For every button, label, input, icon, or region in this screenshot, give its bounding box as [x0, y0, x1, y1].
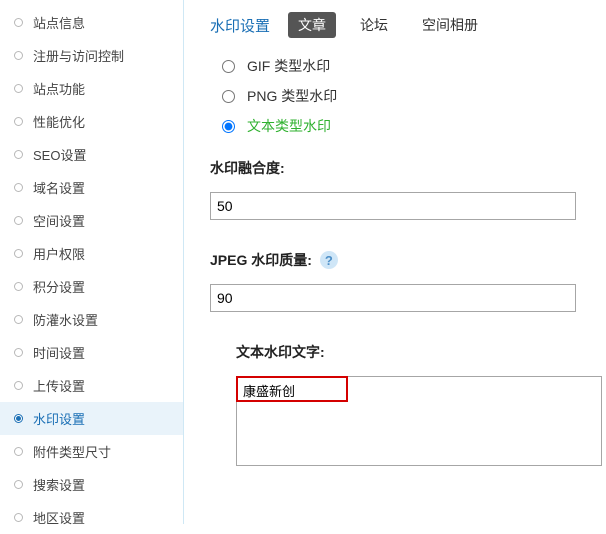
- opacity-block: 水印融合度:: [210, 158, 598, 220]
- sidebar-item-user-permission[interactable]: 用户权限: [0, 237, 183, 270]
- jpeg-quality-block: JPEG 水印质量: ?: [210, 250, 598, 312]
- radio-gif[interactable]: GIF 类型水印: [222, 56, 598, 76]
- sidebar-item-label: 附件类型尺寸: [33, 442, 111, 461]
- bullet-icon: [14, 249, 23, 258]
- sidebar-item-domain[interactable]: 域名设置: [0, 171, 183, 204]
- sidebar-item-site-info[interactable]: 站点信息: [0, 6, 183, 39]
- jpeg-quality-input[interactable]: [210, 284, 576, 312]
- sidebar-item-region[interactable]: 地区设置: [0, 501, 183, 534]
- bullet-icon: [14, 216, 23, 225]
- radio-text[interactable]: 文本类型水印: [222, 116, 598, 136]
- bullet-icon: [14, 18, 23, 27]
- radio-text-label: 文本类型水印: [247, 116, 331, 136]
- bullet-icon: [14, 150, 23, 159]
- page-title: 水印设置: [210, 15, 270, 36]
- sidebar-item-watermark[interactable]: 水印设置: [0, 402, 183, 435]
- sidebar-item-label: 用户权限: [33, 244, 85, 263]
- sidebar-item-upload[interactable]: 上传设置: [0, 369, 183, 402]
- bullet-icon: [14, 51, 23, 60]
- sidebar-item-label: 站点信息: [33, 13, 85, 32]
- bullet-icon: [14, 381, 23, 390]
- sidebar-item-antispam[interactable]: 防灌水设置: [0, 303, 183, 336]
- text-watermark-block: 文本水印文字:: [236, 342, 598, 469]
- watermark-type-group: GIF 类型水印 PNG 类型水印 文本类型水印: [222, 56, 598, 136]
- header: 水印设置 文章 论坛 空间相册: [210, 12, 598, 38]
- sidebar-item-points[interactable]: 积分设置: [0, 270, 183, 303]
- bullet-icon: [14, 447, 23, 456]
- sidebar-item-label: 注册与访问控制: [33, 46, 124, 65]
- sidebar-item-label: 积分设置: [33, 277, 85, 296]
- sidebar-item-register-access[interactable]: 注册与访问控制: [0, 39, 183, 72]
- bullet-icon: [14, 348, 23, 357]
- radio-png-label: PNG 类型水印: [247, 86, 337, 106]
- main-content: 水印设置 文章 论坛 空间相册 GIF 类型水印 PNG 类型水印 文本类型水印…: [184, 0, 606, 524]
- bullet-icon: [14, 84, 23, 93]
- radio-png-input[interactable]: [222, 90, 235, 103]
- sidebar-item-label: 时间设置: [33, 343, 85, 362]
- bullet-icon: [14, 282, 23, 291]
- sidebar-item-label: 防灌水设置: [33, 310, 98, 329]
- opacity-input[interactable]: [210, 192, 576, 220]
- radio-gif-label: GIF 类型水印: [247, 56, 330, 76]
- sidebar-item-space[interactable]: 空间设置: [0, 204, 183, 237]
- sidebar-item-search[interactable]: 搜索设置: [0, 468, 183, 501]
- help-icon[interactable]: ?: [320, 251, 338, 269]
- text-watermark-textarea[interactable]: [236, 376, 602, 466]
- tab-forum[interactable]: 论坛: [350, 12, 398, 38]
- sidebar-item-label: 上传设置: [33, 376, 85, 395]
- sidebar: 站点信息 注册与访问控制 站点功能 性能优化 SEO设置 域名设置 空间设置 用…: [0, 0, 184, 524]
- tab-article[interactable]: 文章: [288, 12, 336, 38]
- sidebar-item-label: 空间设置: [33, 211, 85, 230]
- jpeg-quality-label-row: JPEG 水印质量: ?: [210, 250, 598, 270]
- sidebar-item-label: 域名设置: [33, 178, 85, 197]
- sidebar-item-label: 水印设置: [33, 409, 85, 428]
- sidebar-item-performance[interactable]: 性能优化: [0, 105, 183, 138]
- sidebar-item-label: 地区设置: [33, 508, 85, 527]
- sidebar-item-label: 搜索设置: [33, 475, 85, 494]
- tab-album[interactable]: 空间相册: [412, 12, 488, 38]
- opacity-label: 水印融合度:: [210, 158, 598, 178]
- textarea-wrap: [236, 376, 602, 469]
- radio-text-input[interactable]: [222, 120, 235, 133]
- bullet-icon: [14, 117, 23, 126]
- radio-gif-input[interactable]: [222, 60, 235, 73]
- bullet-icon: [14, 414, 23, 423]
- sidebar-item-seo[interactable]: SEO设置: [0, 138, 183, 171]
- radio-png[interactable]: PNG 类型水印: [222, 86, 598, 106]
- sidebar-item-label: 站点功能: [33, 79, 85, 98]
- bullet-icon: [14, 480, 23, 489]
- sidebar-item-label: 性能优化: [33, 112, 85, 131]
- sidebar-item-time[interactable]: 时间设置: [0, 336, 183, 369]
- bullet-icon: [14, 315, 23, 324]
- jpeg-quality-label: JPEG 水印质量:: [210, 250, 312, 270]
- text-watermark-label: 文本水印文字:: [236, 342, 598, 362]
- sidebar-item-attachment-type[interactable]: 附件类型尺寸: [0, 435, 183, 468]
- sidebar-item-label: SEO设置: [33, 145, 86, 164]
- bullet-icon: [14, 513, 23, 522]
- bullet-icon: [14, 183, 23, 192]
- sidebar-item-site-features[interactable]: 站点功能: [0, 72, 183, 105]
